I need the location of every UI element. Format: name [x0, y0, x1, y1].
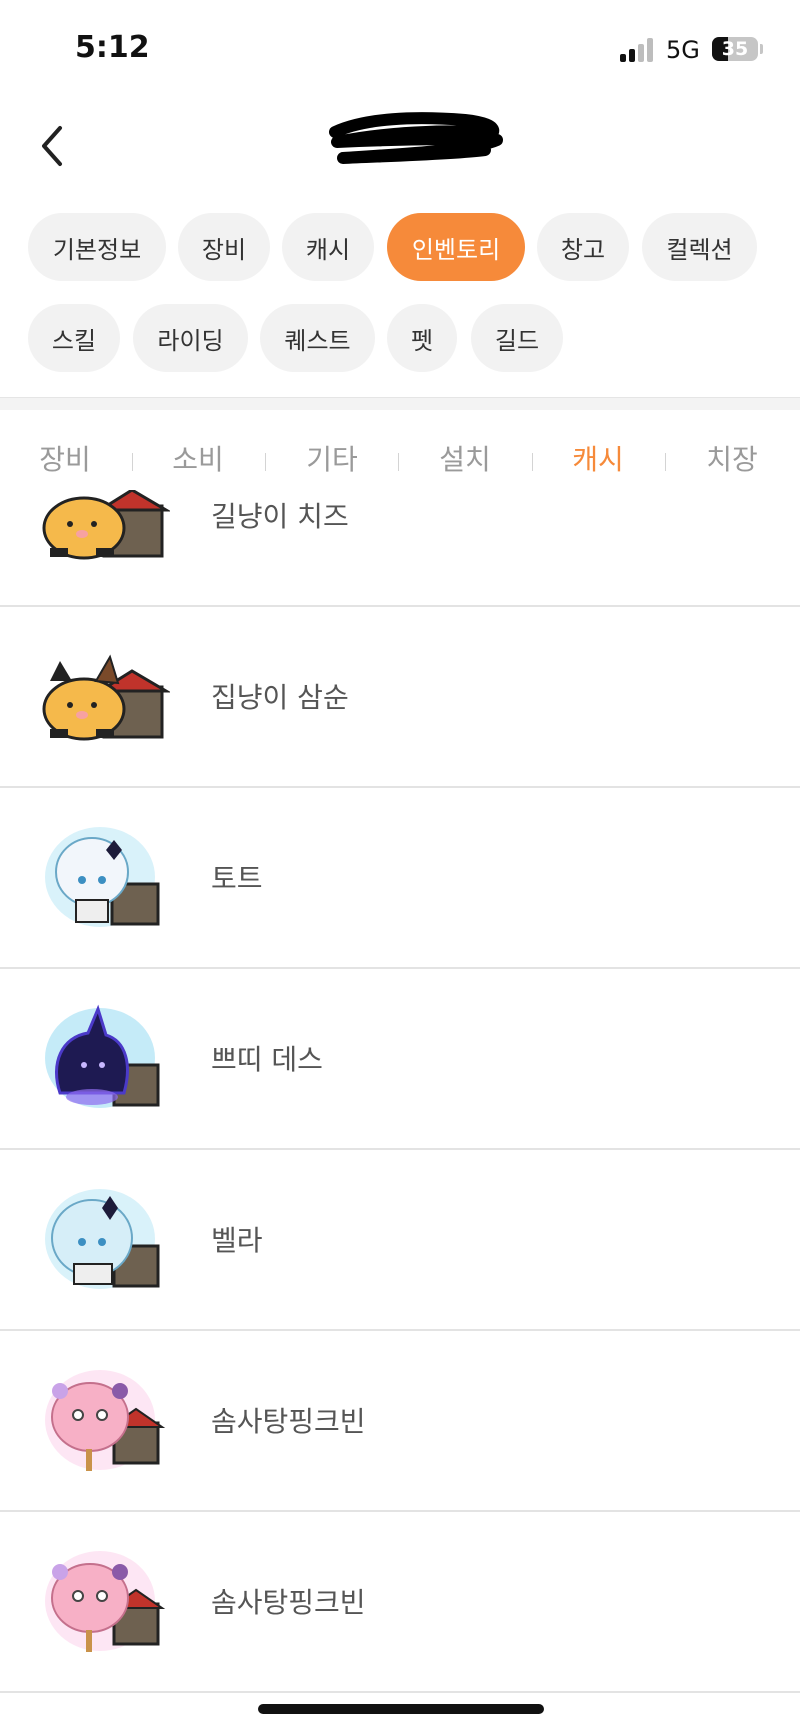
- item-name: 쁘띠 데스: [211, 1043, 323, 1076]
- subtab-setup[interactable]: 설치: [410, 430, 520, 490]
- list-item[interactable]: 쁘띠 데스: [0, 968, 800, 1150]
- list-item[interactable]: 솜사탕핑크빈: [0, 1330, 800, 1512]
- blue-hair-pet-icon: [45, 1189, 160, 1289]
- status-bar: 5:12 5G 35: [0, 0, 800, 100]
- tab-collection[interactable]: 컬렉션: [642, 213, 757, 281]
- subtab-separator: [398, 453, 399, 471]
- home-indicator[interactable]: [258, 1704, 544, 1714]
- battery-icon: 35: [712, 37, 758, 61]
- subtab-cash[interactable]: 캐시: [543, 430, 653, 490]
- list-item[interactable]: 솜사탕핑크빈: [0, 1511, 800, 1693]
- section-divider: [0, 397, 800, 410]
- battery-cap: [760, 44, 763, 54]
- tab-riding[interactable]: 라이딩: [133, 304, 248, 372]
- tab-inventory[interactable]: 인벤토리: [387, 213, 525, 281]
- item-name: 길냥이 치즈: [211, 500, 349, 533]
- white-hair-pet-icon: [45, 827, 160, 927]
- battery-percent: 35: [721, 38, 749, 60]
- subtab-separator: [132, 453, 133, 471]
- signal-icon: [620, 38, 654, 62]
- back-button[interactable]: [30, 118, 74, 174]
- subtab-equipment[interactable]: 장비: [10, 430, 120, 490]
- tab-skill[interactable]: 스킬: [28, 304, 120, 372]
- tab-basic-info[interactable]: 기본정보: [28, 213, 166, 281]
- tab-cash[interactable]: 캐시: [282, 213, 374, 281]
- subtab-etc[interactable]: 기타: [277, 430, 387, 490]
- chevron-left-icon: [42, 126, 62, 166]
- tab-quest[interactable]: 퀘스트: [260, 304, 375, 372]
- subtab-separator: [665, 453, 666, 471]
- list-item[interactable]: 집냥이 삼순: [0, 606, 800, 788]
- item-name: 토트: [211, 862, 263, 895]
- tab-equipment[interactable]: 장비: [178, 213, 270, 281]
- item-name: 벨라: [211, 1224, 263, 1257]
- cheese-cat-pet-icon: [42, 490, 170, 560]
- subtab-decor[interactable]: 치장: [677, 430, 787, 490]
- pink-bean-pet-icon: [45, 1370, 166, 1471]
- dark-spirit-pet-icon: [45, 1004, 160, 1108]
- pink-bean-pet-icon: [45, 1551, 166, 1652]
- tab-storage[interactable]: 창고: [537, 213, 629, 281]
- item-name: 솜사탕핑크빈: [211, 1586, 366, 1619]
- subtab-separator: [265, 453, 266, 471]
- list-item[interactable]: 토트: [0, 787, 800, 969]
- redacted-title-scribble: [329, 112, 503, 164]
- item-list: 길냥이 치즈 집냥이 삼순 토트 쁘띠 데스 벨라 솜사탕핑크빈 솜사탕핑크빈: [0, 490, 800, 1731]
- subtab-consumable[interactable]: 소비: [143, 430, 253, 490]
- subtab-separator: [532, 453, 533, 471]
- inventory-sub-tabs: 장비 소비 기타 설치 캐시 치장: [0, 430, 800, 490]
- list-item[interactable]: 벨라: [0, 1149, 800, 1331]
- tab-guild[interactable]: 길드: [471, 304, 563, 372]
- tab-pet[interactable]: 펫: [387, 304, 457, 372]
- item-name: 솜사탕핑크빈: [211, 1405, 366, 1438]
- item-name: 집냥이 삼순: [211, 681, 349, 714]
- calico-cat-pet-icon: [42, 654, 170, 741]
- network-type: 5G: [666, 36, 700, 64]
- list-item[interactable]: 길냥이 치즈: [0, 490, 800, 607]
- status-time: 5:12: [75, 30, 150, 65]
